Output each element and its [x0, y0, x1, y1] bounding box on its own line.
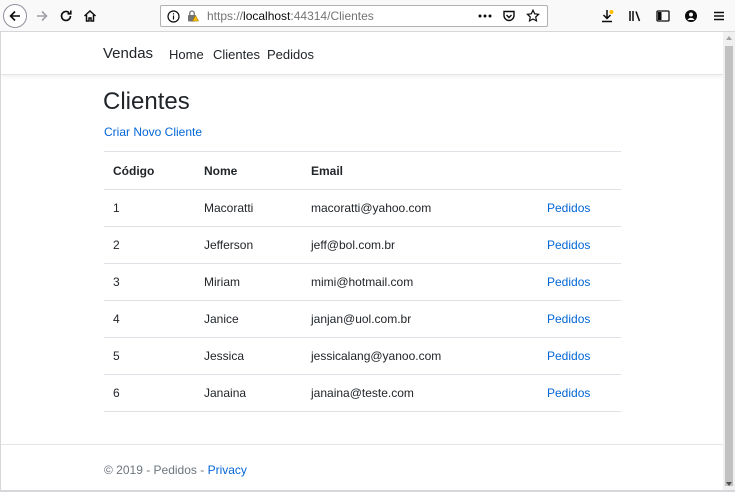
- forward-icon[interactable]: [32, 4, 52, 28]
- cell-nome: Jefferson: [204, 226, 311, 264]
- cell-action: Pedidos: [536, 300, 621, 338]
- pedidos-link[interactable]: Pedidos: [547, 386, 590, 400]
- cell-email: janjan@uol.com.br: [311, 300, 536, 338]
- menu-icon[interactable]: [711, 8, 727, 24]
- footer-content: © 2019 - Pedidos - Privacy: [104, 463, 247, 477]
- page-actions-icon[interactable]: [477, 8, 493, 24]
- table-row: 1 Macoratti macoratti@yahoo.com Pedidos: [104, 189, 621, 227]
- site-navbar: Vendas Home Clientes Pedidos: [1, 32, 723, 75]
- scroll-down-arrow-icon[interactable]: [725, 480, 733, 488]
- cell-codigo: 5: [104, 337, 204, 375]
- pedidos-link[interactable]: Pedidos: [547, 349, 590, 363]
- cell-codigo: 2: [104, 226, 204, 264]
- column-header-email: Email: [311, 151, 536, 190]
- page-viewport: Vendas Home Clientes Pedidos Clientes Cr…: [0, 32, 723, 490]
- scroll-up-arrow-icon[interactable]: [725, 34, 733, 42]
- sidebar-icon[interactable]: [655, 8, 671, 24]
- bookmark-star-icon[interactable]: [525, 8, 541, 24]
- cell-email: mimi@hotmail.com: [311, 263, 536, 301]
- cell-email: janaina@teste.com: [311, 374, 536, 412]
- table-row: 5 Jessica jessicalang@yanoo.com Pedidos: [104, 337, 621, 375]
- cell-action: Pedidos: [536, 189, 621, 227]
- table-row: 3 Miriam mimi@hotmail.com Pedidos: [104, 263, 621, 301]
- pedidos-link[interactable]: Pedidos: [547, 238, 590, 252]
- lock-warning-icon[interactable]: [185, 8, 201, 24]
- home-icon[interactable]: [80, 4, 100, 28]
- url-text[interactable]: https://localhost:44314/Clientes: [207, 9, 374, 23]
- cell-codigo: 6: [104, 374, 204, 412]
- cell-email: jeff@bol.com.br: [311, 226, 536, 264]
- nav-link-clientes[interactable]: Clientes: [213, 47, 260, 62]
- cell-email: jessicalang@yanoo.com: [311, 337, 536, 375]
- cell-codigo: 1: [104, 189, 204, 227]
- table-row: 4 Janice janjan@uol.com.br Pedidos: [104, 300, 621, 338]
- table-row: 2 Jefferson jeff@bol.com.br Pedidos: [104, 226, 621, 264]
- nav-link-home[interactable]: Home: [169, 47, 204, 62]
- privacy-link[interactable]: Privacy: [208, 463, 247, 477]
- download-icon[interactable]: [599, 8, 615, 24]
- info-icon[interactable]: [165, 8, 181, 24]
- vertical-scrollbar[interactable]: [723, 32, 735, 490]
- column-header-actions: [536, 151, 621, 190]
- library-icon[interactable]: [627, 8, 643, 24]
- cell-action: Pedidos: [536, 226, 621, 264]
- browser-toolbar: https://localhost:44314/Clientes: [0, 0, 735, 32]
- cell-nome: Miriam: [204, 263, 311, 301]
- account-icon[interactable]: [683, 8, 699, 24]
- cell-nome: Janice: [204, 300, 311, 338]
- cell-codigo: 3: [104, 263, 204, 301]
- back-icon[interactable]: [3, 4, 27, 28]
- pedidos-link[interactable]: Pedidos: [547, 275, 590, 289]
- cell-nome: Macoratti: [204, 189, 311, 227]
- site-footer: © 2019 - Pedidos - Privacy: [1, 444, 723, 490]
- brand-link[interactable]: Vendas: [103, 45, 153, 62]
- scrollbar-thumb[interactable]: [725, 46, 733, 486]
- cell-codigo: 4: [104, 300, 204, 338]
- cell-nome: Janaina: [204, 374, 311, 412]
- clients-table: Código Nome Email 1 Macoratti macoratti@…: [104, 151, 621, 412]
- cell-nome: Jessica: [204, 337, 311, 375]
- cell-email: macoratti@yahoo.com: [311, 189, 536, 227]
- create-client-link[interactable]: Criar Novo Cliente: [104, 125, 202, 139]
- cell-action: Pedidos: [536, 263, 621, 301]
- url-bar[interactable]: https://localhost:44314/Clientes: [160, 5, 548, 27]
- pedidos-link[interactable]: Pedidos: [547, 201, 590, 215]
- page-title: Clientes: [103, 88, 190, 115]
- reload-icon[interactable]: [56, 4, 76, 28]
- pocket-icon[interactable]: [501, 8, 517, 24]
- table-header-row: Código Nome Email: [104, 151, 621, 190]
- column-header-nome: Nome: [204, 151, 311, 190]
- nav-link-pedidos[interactable]: Pedidos: [267, 47, 314, 62]
- footer-text: © 2019 - Pedidos -: [104, 463, 208, 477]
- cell-action: Pedidos: [536, 374, 621, 412]
- column-header-codigo: Código: [104, 151, 204, 190]
- pedidos-link[interactable]: Pedidos: [547, 312, 590, 326]
- table-row: 6 Janaina janaina@teste.com Pedidos: [104, 374, 621, 412]
- cell-action: Pedidos: [536, 337, 621, 375]
